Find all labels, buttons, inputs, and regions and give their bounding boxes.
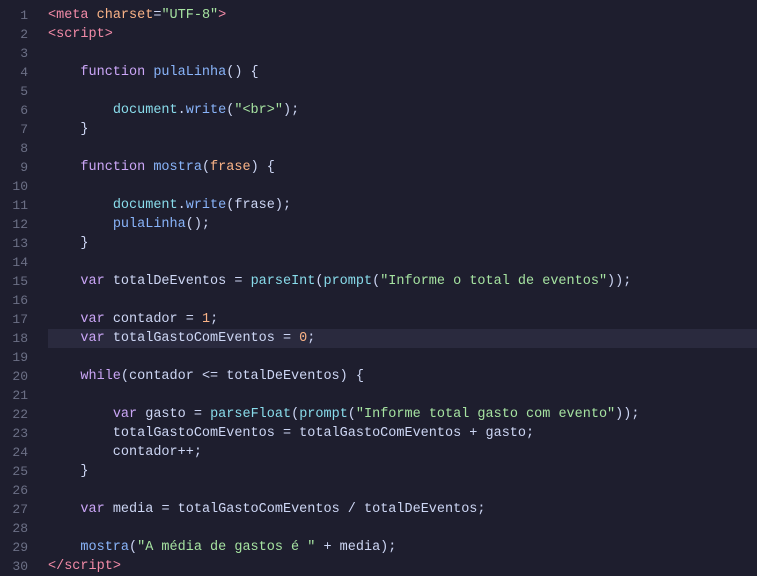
code-editor: 1234567891011121314151617181920212223242… (0, 0, 757, 576)
line-number: 24 (0, 443, 38, 462)
line-number: 30 (0, 557, 38, 576)
code-line (48, 386, 757, 405)
code-line (48, 177, 757, 196)
code-line: var contador = 1; (48, 310, 757, 329)
code-line: } (48, 120, 757, 139)
code-line (48, 348, 757, 367)
code-line: </script> (48, 557, 757, 576)
line-number: 26 (0, 481, 38, 500)
code-line: var totalGastoComEventos = 0; (48, 329, 757, 348)
line-number: 5 (0, 82, 38, 101)
code-line (48, 82, 757, 101)
line-number: 1 (0, 6, 38, 25)
code-line: mostra("A média de gastos é " + media); (48, 538, 757, 557)
line-number: 9 (0, 158, 38, 177)
code-line: document.write(frase); (48, 196, 757, 215)
line-number: 25 (0, 462, 38, 481)
code-line: var gasto = parseFloat(prompt("Informe t… (48, 405, 757, 424)
line-number: 23 (0, 424, 38, 443)
line-number: 19 (0, 348, 38, 367)
line-number: 12 (0, 215, 38, 234)
line-number: 7 (0, 120, 38, 139)
line-number: 4 (0, 63, 38, 82)
line-number: 29 (0, 538, 38, 557)
line-number: 11 (0, 196, 38, 215)
line-number: 20 (0, 367, 38, 386)
line-numbers: 1234567891011121314151617181920212223242… (0, 0, 38, 576)
code-line: while(contador <= totalDeEventos) { (48, 367, 757, 386)
code-line: <meta charset="UTF-8"> (48, 6, 757, 25)
code-line (48, 291, 757, 310)
code-line (48, 139, 757, 158)
line-number: 22 (0, 405, 38, 424)
code-line: var media = totalGastoComEventos / total… (48, 500, 757, 519)
code-line (48, 519, 757, 538)
code-line: pulaLinha(); (48, 215, 757, 234)
code-line (48, 253, 757, 272)
line-number: 16 (0, 291, 38, 310)
line-number: 6 (0, 101, 38, 120)
line-number: 10 (0, 177, 38, 196)
code-line (48, 44, 757, 63)
line-number: 27 (0, 500, 38, 519)
code-line: function mostra(frase) { (48, 158, 757, 177)
code-line: } (48, 462, 757, 481)
code-line: <script> (48, 25, 757, 44)
line-number: 21 (0, 386, 38, 405)
code-content: <meta charset="UTF-8"><script> function … (38, 0, 757, 576)
line-number: 14 (0, 253, 38, 272)
code-line (48, 481, 757, 500)
line-number: 17 (0, 310, 38, 329)
code-line: document.write("<br>"); (48, 101, 757, 120)
code-line: } (48, 234, 757, 253)
line-number: 8 (0, 139, 38, 158)
code-line: totalGastoComEventos = totalGastoComEven… (48, 424, 757, 443)
line-number: 2 (0, 25, 38, 44)
line-number: 15 (0, 272, 38, 291)
line-number: 3 (0, 44, 38, 63)
code-line: var totalDeEventos = parseInt(prompt("In… (48, 272, 757, 291)
code-line: function pulaLinha() { (48, 63, 757, 82)
code-line: contador++; (48, 443, 757, 462)
line-number: 28 (0, 519, 38, 538)
line-number: 18 (0, 329, 38, 348)
line-number: 13 (0, 234, 38, 253)
